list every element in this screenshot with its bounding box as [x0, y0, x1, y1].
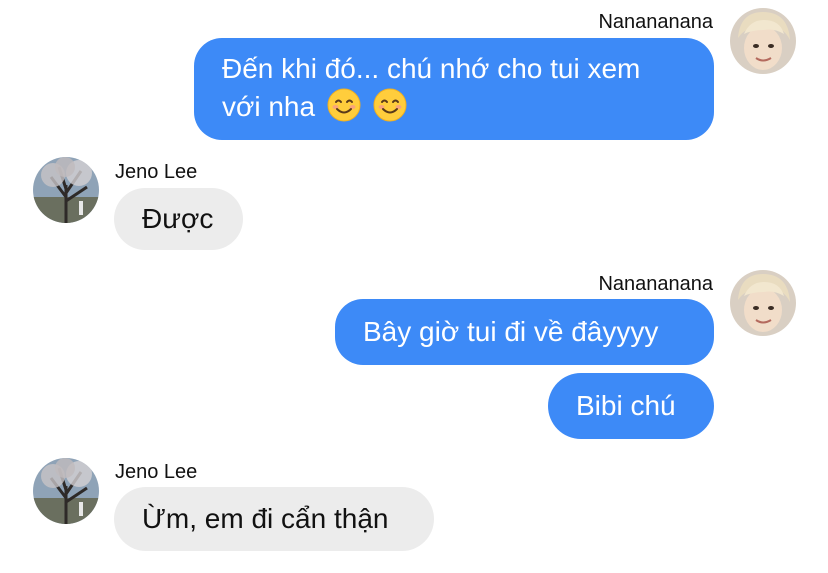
avatar[interactable] — [33, 157, 99, 223]
sender-name: Nanananana — [598, 273, 713, 295]
message-bubble-outgoing[interactable]: Đến khi đó... chú nhớ cho tui xem với nh… — [194, 38, 714, 140]
message-text: Ừm, em đi cẩn thận — [142, 503, 389, 534]
sender-name: Jeno Lee — [115, 461, 198, 483]
avatar[interactable] — [730, 8, 796, 74]
smiling-face-icon — [327, 88, 361, 122]
avatar[interactable] — [33, 458, 99, 524]
message-bubble-incoming[interactable]: Được — [114, 188, 243, 250]
sender-name: Jeno Lee — [115, 161, 198, 183]
smiling-face-icon — [373, 88, 407, 122]
user-photo-icon — [730, 8, 796, 74]
user-photo-icon — [33, 458, 99, 524]
sender-name: Nanananana — [598, 11, 713, 33]
avatar[interactable] — [730, 270, 796, 336]
message-text: Được — [142, 203, 214, 234]
message-text: Bây giờ tui đi về đâyyyy — [363, 316, 659, 347]
message-text: Đến khi đó... chú nhớ cho tui xem — [222, 53, 641, 84]
message-text: Bibi chú — [576, 390, 676, 421]
message-bubble-incoming[interactable]: Ừm, em đi cẩn thận — [114, 487, 434, 551]
message-bubble-outgoing[interactable]: Bibi chú — [548, 373, 714, 439]
message-text: với nha — [222, 88, 686, 126]
message-bubble-outgoing[interactable]: Bây giờ tui đi về đâyyyy — [335, 299, 714, 365]
user-photo-icon — [33, 157, 99, 223]
user-photo-icon — [730, 270, 796, 336]
